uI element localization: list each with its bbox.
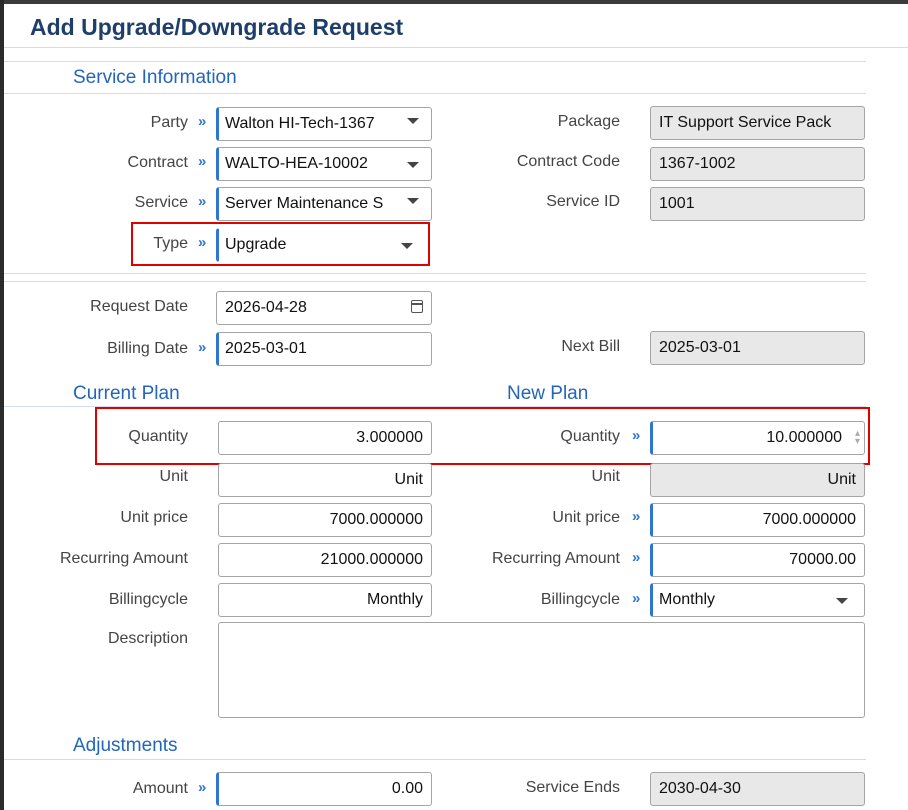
service-select[interactable]: Server Maintenance S xyxy=(216,187,432,221)
description-label: Description xyxy=(107,630,188,647)
amount-required-icon: » xyxy=(198,779,207,796)
chevron-down-icon[interactable] xyxy=(836,598,848,604)
service-select-value: Server Maintenance S xyxy=(225,195,384,212)
section-divider xyxy=(4,759,866,760)
service-ends-label: Service Ends xyxy=(525,779,620,796)
section-adjustments: Adjustments xyxy=(73,735,178,756)
request-date-value: 2026-04-28 xyxy=(225,299,307,316)
title-divider xyxy=(4,47,908,48)
service-required-icon: » xyxy=(198,193,207,210)
calendar-icon[interactable] xyxy=(411,300,423,313)
current-recurring-amount-label: Recurring Amount xyxy=(59,550,188,567)
section-divider xyxy=(4,93,866,94)
type-select-value: Upgrade xyxy=(225,236,287,253)
page-title: Add Upgrade/Downgrade Request xyxy=(30,14,404,40)
amount-label: Amount xyxy=(132,780,188,797)
current-billingcycle-field[interactable]: Monthly xyxy=(218,583,432,617)
section-new-plan: New Plan xyxy=(507,383,589,404)
section-divider xyxy=(4,273,866,274)
contract-code-label: Contract Code xyxy=(516,153,620,170)
contract-required-icon: » xyxy=(198,153,207,170)
service-id-label: Service ID xyxy=(546,193,620,210)
new-quantity-label: Quantity xyxy=(560,428,620,445)
contract-label: Contract xyxy=(127,154,188,171)
current-unit-price-label: Unit price xyxy=(120,509,188,526)
new-billingcycle-label: Billingcycle xyxy=(540,591,620,608)
current-quantity-field[interactable]: 3.000000 xyxy=(218,421,432,455)
new-billingcycle-required-icon: » xyxy=(632,590,641,607)
section-divider-top xyxy=(4,61,866,62)
new-recurring-amount-label: Recurring Amount xyxy=(491,550,620,567)
window-top-edge xyxy=(0,0,908,4)
new-quantity-required-icon: » xyxy=(632,427,641,444)
new-unit-price-label: Unit price xyxy=(552,509,620,526)
new-billingcycle-select[interactable]: Monthly xyxy=(650,583,865,617)
package-label: Package xyxy=(557,113,620,130)
request-date-input[interactable]: 2026-04-28 xyxy=(216,291,432,325)
section-divider xyxy=(4,281,866,282)
new-quantity-value: 10.000000 xyxy=(766,429,842,446)
contract-code-field: 1367-1002 xyxy=(650,147,865,181)
billing-date-required-icon: » xyxy=(198,339,207,356)
section-service-information: Service Information xyxy=(73,67,237,88)
service-id-field: 1001 xyxy=(650,187,865,221)
section-divider xyxy=(4,406,866,407)
billing-date-label: Billing Date xyxy=(107,340,188,357)
section-current-plan: Current Plan xyxy=(73,383,180,404)
type-required-icon: » xyxy=(198,234,207,251)
chevron-down-icon[interactable] xyxy=(401,243,413,249)
contract-select-value: WALTO-HEA-10002 xyxy=(225,155,368,172)
current-unit-field[interactable]: Unit xyxy=(218,463,432,497)
current-quantity-label: Quantity xyxy=(128,428,188,445)
new-unit-label: Unit xyxy=(591,468,620,485)
current-recurring-amount-field[interactable]: 21000.000000 xyxy=(218,543,432,577)
party-select[interactable]: Walton HI-Tech-1367 xyxy=(216,107,432,141)
window-left-edge xyxy=(0,0,4,810)
next-bill-field: 2025-03-01 xyxy=(650,331,865,365)
billing-date-input[interactable]: 2025-03-01 xyxy=(216,332,432,366)
new-recurring-amount-required-icon: » xyxy=(632,549,641,566)
new-unit-field: Unit xyxy=(650,463,865,497)
new-unit-price-input[interactable]: 7000.000000 xyxy=(650,503,865,537)
party-label: Party xyxy=(150,114,188,131)
description-textarea[interactable] xyxy=(218,622,865,718)
service-label: Service xyxy=(134,194,188,211)
amount-input[interactable]: 0.00 xyxy=(216,772,432,806)
chevron-down-icon[interactable] xyxy=(407,198,419,204)
current-billingcycle-label: Billingcycle xyxy=(108,591,188,608)
new-billingcycle-value: Monthly xyxy=(659,591,716,608)
next-bill-label: Next Bill xyxy=(561,338,620,355)
party-required-icon: » xyxy=(198,113,207,130)
current-unit-price-field[interactable]: 7000.000000 xyxy=(218,503,432,537)
party-select-value: Walton HI-Tech-1367 xyxy=(225,115,375,132)
current-unit-label: Unit xyxy=(159,468,188,485)
new-unit-price-required-icon: » xyxy=(632,508,641,525)
package-field: IT Support Service Pack xyxy=(650,106,865,140)
contract-select[interactable]: WALTO-HEA-10002 xyxy=(216,147,432,181)
new-quantity-input[interactable]: 10.000000 ▴ ▾ xyxy=(650,421,865,455)
request-date-label: Request Date xyxy=(90,298,188,315)
stepper-icon[interactable]: ▴ ▾ xyxy=(855,429,860,447)
type-select[interactable]: Upgrade xyxy=(216,228,426,262)
chevron-down-icon[interactable] xyxy=(407,162,419,168)
service-ends-field: 2030-04-30 xyxy=(650,772,865,806)
type-label: Type xyxy=(153,235,188,252)
new-recurring-amount-input[interactable]: 70000.00 xyxy=(650,543,865,577)
chevron-down-icon[interactable] xyxy=(407,118,419,124)
